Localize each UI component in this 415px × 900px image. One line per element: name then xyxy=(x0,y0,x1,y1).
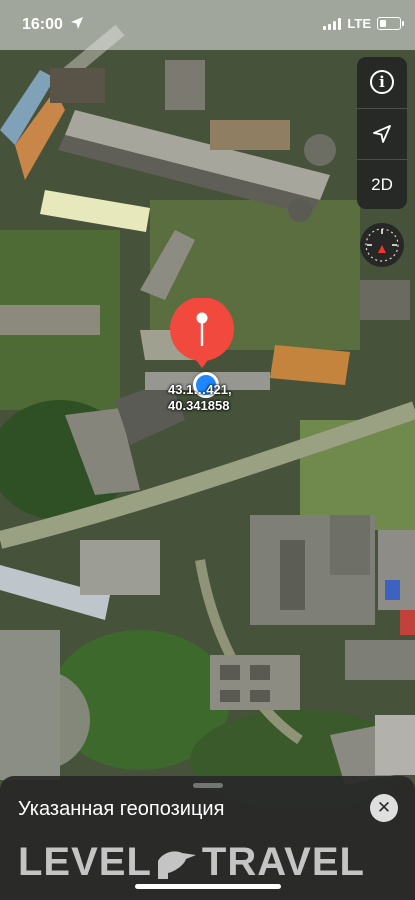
coordinates-label: 43.1…421, 40.341858 xyxy=(168,382,232,414)
status-bar: 16:00 LTE xyxy=(0,0,415,50)
view-mode-button[interactable]: 2D xyxy=(357,159,407,210)
sheet-grabber[interactable] xyxy=(193,783,223,788)
status-time: 16:00 xyxy=(22,16,63,33)
view-mode-label: 2D xyxy=(371,175,393,194)
locate-button[interactable] xyxy=(357,108,407,159)
location-sheet[interactable]: Указанная геопозиция ✕ LEVEL TRAVEL xyxy=(0,776,415,900)
home-indicator[interactable] xyxy=(135,884,281,889)
latitude-text: 43.1…421, xyxy=(168,382,232,397)
satellite-map[interactable] xyxy=(0,0,415,900)
longitude-text: 40.341858 xyxy=(168,398,230,413)
map-controls: i 2D xyxy=(357,57,407,209)
status-indicators: LTE xyxy=(323,16,404,31)
compass-icon[interactable] xyxy=(359,222,405,268)
location-arrow-icon xyxy=(373,125,391,143)
info-icon: i xyxy=(370,70,394,94)
close-button[interactable]: ✕ xyxy=(370,794,398,822)
location-arrow-icon xyxy=(71,17,83,29)
sheet-title: Указанная геопозиция xyxy=(18,798,225,820)
battery-icon xyxy=(377,17,404,30)
signal-bars-icon xyxy=(323,17,342,30)
bird-logo-icon xyxy=(152,845,202,881)
close-icon: ✕ xyxy=(376,798,392,817)
watermark-left: LEVEL xyxy=(18,840,152,884)
info-button[interactable]: i xyxy=(357,57,407,107)
watermark-right: TRAVEL xyxy=(201,840,365,884)
watermark: LEVEL TRAVEL xyxy=(18,840,365,885)
network-type: LTE xyxy=(347,16,371,31)
